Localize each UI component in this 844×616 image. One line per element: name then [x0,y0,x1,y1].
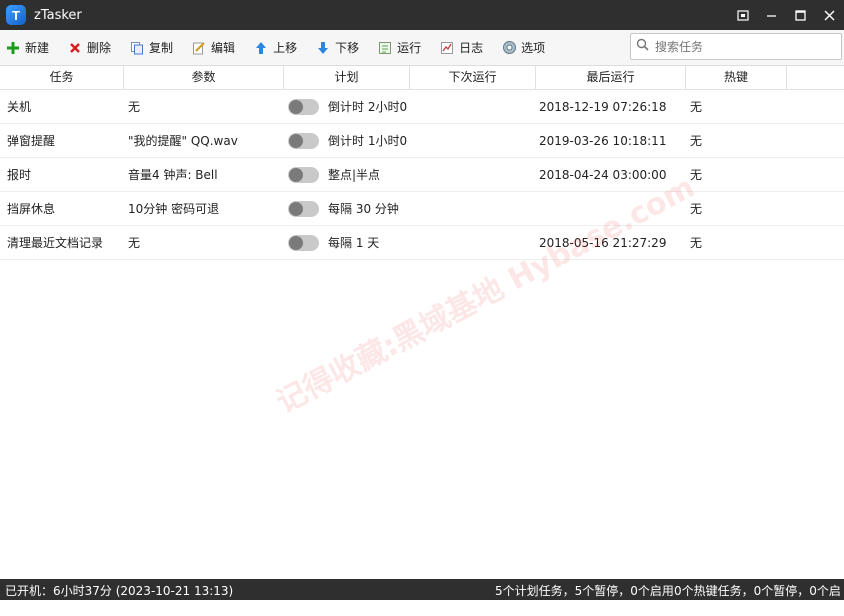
maximize-icon [795,9,806,21]
move-down-button-label: 下移 [335,41,360,55]
new-button-label: 新建 [25,41,50,55]
task-plan-text: 整点|半点 [328,168,381,182]
edit-button-label: 编辑 [211,41,236,55]
task-param: "我的提醒" QQ.wav [128,134,238,148]
enable-toggle[interactable] [288,234,319,251]
table-row[interactable]: 挡屏休息 10分钟 密码可退 每隔 30 分钟 无 [0,192,844,226]
enable-toggle[interactable] [288,98,319,115]
task-hotkey: 无 [690,202,703,216]
minimize-button[interactable] [757,0,786,30]
app-logo-icon: T [6,5,26,25]
title-bar: T zTasker [0,0,844,30]
move-up-button[interactable]: 上移 [253,35,297,61]
arrow-down-icon [315,40,331,56]
copy-button[interactable]: 复制 [129,35,173,61]
enable-toggle[interactable] [288,200,319,217]
task-plan-text: 每隔 30 分钟 [328,202,399,216]
move-up-button-label: 上移 [273,41,298,55]
column-header-hotkey[interactable]: 热键 [686,66,787,89]
table-header: 任务 参数 计划 下次运行 最后运行 热键 [0,66,844,90]
task-hotkey: 无 [690,134,703,148]
task-name: 清理最近文档记录 [7,236,104,250]
log-icon [439,40,455,56]
enable-toggle[interactable] [288,132,319,149]
task-plan-text: 倒计时 2小时0 [328,100,408,114]
task-hotkey: 无 [690,236,703,250]
copy-button-label: 复制 [149,41,174,55]
log-button-label: 日志 [459,41,484,55]
column-header-task[interactable]: 任务 [0,66,124,89]
run-button-label: 运行 [397,41,422,55]
column-header-plan[interactable]: 计划 [284,66,410,89]
status-hotkey-summary: 0个热键任务，0个暂停，0个启用 [674,584,841,615]
toggle-knob [289,133,303,148]
task-name: 挡屏休息 [7,202,56,216]
task-plan-text: 每隔 1 天 [328,236,380,250]
column-header-param[interactable]: 参数 [124,66,284,89]
window-title: zTasker [34,7,82,23]
task-plan: 整点|半点 [284,166,410,183]
task-param: 无 [128,100,141,114]
column-header-last-run[interactable]: 最后运行 [536,66,686,89]
task-plan: 每隔 1 天 [284,234,410,251]
options-button-label: 选项 [521,41,546,55]
table-row[interactable]: 清理最近文档记录 无 每隔 1 天 2018-05-16 21:27:29 无 [0,226,844,260]
task-name: 关机 [7,100,32,114]
move-down-button[interactable]: 下移 [315,35,359,61]
toolbar: 新建 删除 复制 编辑 上移 下移 运行 日志 选项 搜索任务 [0,30,844,66]
task-param: 无 [128,236,141,250]
status-task-summary: 5个计划任务，5个暂停，0个启用 [495,584,674,598]
task-plan: 倒计时 1小时0 [284,132,410,149]
delete-button-label: 删除 [87,41,112,55]
toggle-knob [289,201,303,216]
table-row[interactable]: 报时 音量4 钟声: Bell 整点|半点 2018-04-24 03:00:0… [0,158,844,192]
maximize-button[interactable] [786,0,815,30]
window-pin-icon [736,9,749,21]
task-last-run: 2019-03-26 10:18:11 [539,133,667,148]
new-button[interactable]: 新建 [5,35,49,61]
task-hotkey: 无 [690,168,703,182]
table-row[interactable]: 弹窗提醒 "我的提醒" QQ.wav 倒计时 1小时0 2019-03-26 1… [0,124,844,158]
enable-toggle[interactable] [288,166,319,183]
arrow-up-icon [253,40,269,56]
task-hotkey: 无 [690,100,703,114]
toggle-knob [289,167,303,182]
edit-icon [191,40,207,56]
status-uptime: 已开机：6小时37分 (2023-10-21 13:13) [5,584,234,598]
task-plan-text: 倒计时 1小时0 [328,134,408,148]
table-row[interactable]: 关机 无 倒计时 2小时0 2018-12-19 07:26:18 无 [0,90,844,124]
task-plan: 倒计时 2小时0 [284,98,410,115]
close-icon [824,10,835,20]
task-param: 10分钟 密码可退 [128,202,220,216]
close-button[interactable] [815,0,844,30]
search-icon [631,38,653,55]
task-name: 弹窗提醒 [7,134,56,148]
toggle-knob [289,99,303,114]
task-param: 音量4 钟声: Bell [128,168,218,182]
task-name: 报时 [7,168,32,182]
task-last-run: 2018-12-19 07:26:18 [539,99,667,114]
search-box[interactable] [630,33,842,60]
window-controls [728,0,844,30]
plus-icon [5,40,21,56]
search-input[interactable] [653,38,837,55]
gear-icon [501,40,517,56]
minimize-icon [767,14,776,17]
run-icon [377,40,393,56]
task-last-run: 2018-04-24 03:00:00 [539,167,667,182]
edit-button[interactable]: 编辑 [191,35,235,61]
run-button[interactable]: 运行 [377,35,421,61]
task-last-run: 2018-05-16 21:27:29 [539,235,667,250]
log-button[interactable]: 日志 [439,35,483,61]
copy-icon [129,40,145,56]
status-bar: 已开机：6小时37分 (2023-10-21 13:13) 5个计划任务，5个暂… [0,579,844,615]
toggle-knob [289,235,303,250]
pin-window-button[interactable] [728,0,757,30]
task-list: 关机 无 倒计时 2小时0 2018-12-19 07:26:18 无 弹窗提醒… [0,90,844,260]
column-header-next-run[interactable]: 下次运行 [410,66,536,89]
options-button[interactable]: 选项 [501,35,545,61]
delete-button[interactable]: 删除 [67,35,111,61]
delete-x-icon [67,40,83,56]
task-plan: 每隔 30 分钟 [284,200,410,217]
